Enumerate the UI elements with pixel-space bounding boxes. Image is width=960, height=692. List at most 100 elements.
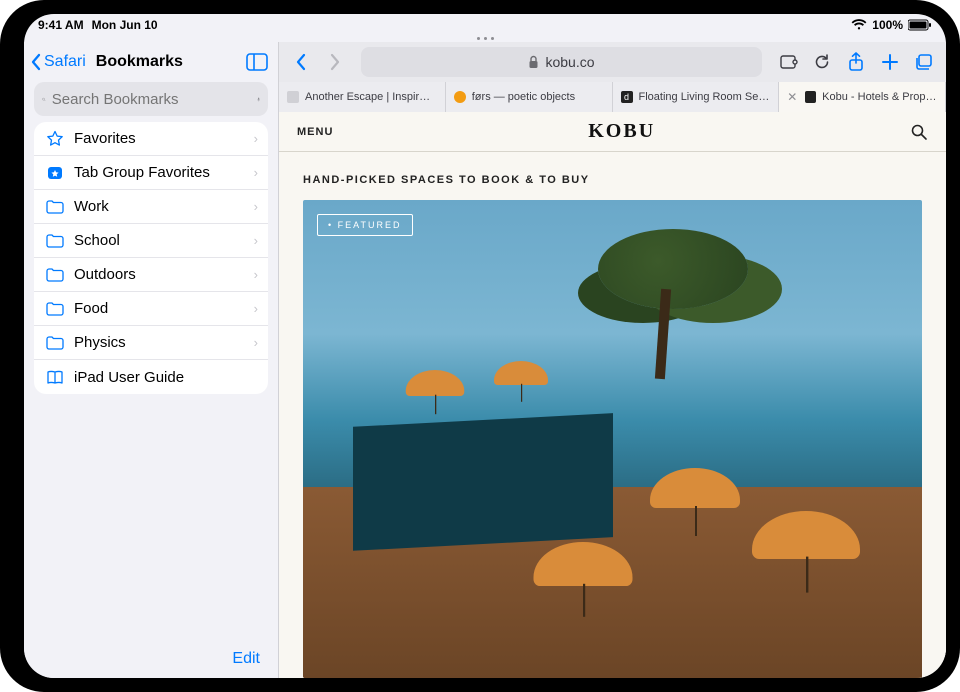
tab-another-escape[interactable]: Another Escape | Inspir… — [279, 82, 446, 112]
search-bookmarks-field[interactable] — [34, 82, 268, 116]
battery-percent: 100% — [872, 18, 903, 32]
screen: 9:41 AM Mon Jun 10 100% Safa — [24, 14, 946, 678]
hero-umbrella-shape — [405, 370, 464, 396]
hero-umbrella-shape — [494, 361, 548, 385]
tabs-overview-button[interactable] — [910, 48, 938, 76]
chevron-right-icon: › — [254, 267, 258, 282]
browser-toolbar: kobu.co — [279, 42, 946, 82]
hero-umbrella-shape — [650, 468, 740, 508]
back-label: Safari — [44, 53, 86, 71]
chevron-right-icon — [328, 53, 342, 71]
tab-floating-living-room[interactable]: d Floating Living Room Se… — [613, 82, 780, 112]
site-logo[interactable]: KOBU — [588, 120, 655, 143]
sidebar-item-label: Physics — [66, 334, 254, 351]
tab-label: Kobu - Hotels & Propert… — [822, 91, 937, 103]
nav-forward-button — [321, 48, 349, 76]
share-button[interactable] — [842, 48, 870, 76]
new-tab-button[interactable] — [876, 48, 904, 76]
tab-label: Floating Living Room Se… — [639, 91, 770, 103]
tabs-icon — [914, 53, 934, 71]
bookmarks-sidebar: Safari Bookmarks — [24, 42, 279, 678]
sidebar-item-outdoors[interactable]: Outdoors › — [34, 258, 268, 292]
status-date: Mon Jun 10 — [92, 18, 158, 32]
sidebar-item-food[interactable]: Food › — [34, 292, 268, 326]
site-search-button[interactable] — [910, 123, 928, 141]
status-bar: 9:41 AM Mon Jun 10 100% — [24, 14, 946, 36]
tab-fors[interactable]: førs — poetic objects — [446, 82, 613, 112]
tab-star-icon — [44, 164, 66, 182]
reload-button[interactable] — [808, 48, 836, 76]
toggle-sidebar-button[interactable] — [246, 53, 268, 71]
lock-icon — [528, 55, 539, 69]
sidebar-title: Bookmarks — [96, 53, 183, 71]
folder-icon — [44, 234, 66, 248]
favicon-icon — [287, 91, 299, 103]
favicon-icon: d — [621, 91, 633, 103]
book-icon — [44, 370, 66, 385]
search-input[interactable] — [52, 91, 251, 108]
hero-pool-shape — [353, 413, 613, 551]
folder-icon — [44, 336, 66, 350]
sidebar-item-ipad-user-guide[interactable]: iPad User Guide — [34, 360, 268, 394]
share-icon — [847, 52, 865, 72]
sidebar-item-label: Food — [66, 300, 254, 317]
sidebar-icon — [246, 53, 268, 71]
puzzle-icon — [778, 54, 798, 70]
chevron-left-icon — [294, 53, 308, 71]
menu-button[interactable]: MENU — [297, 126, 333, 138]
sidebar-item-label: School — [66, 232, 254, 249]
sidebar-item-label: Work — [66, 198, 254, 215]
multitask-dots[interactable] — [24, 34, 946, 42]
sidebar-item-work[interactable]: Work › — [34, 190, 268, 224]
sidebar-item-label: Outdoors — [66, 266, 254, 283]
star-icon — [44, 130, 66, 148]
edit-button[interactable]: Edit — [232, 650, 260, 667]
sidebar-item-physics[interactable]: Physics › — [34, 326, 268, 360]
chevron-left-icon — [30, 53, 42, 71]
tab-strip: Another Escape | Inspir… førs — poetic o… — [279, 82, 946, 112]
page-tagline: HAND-PICKED SPACES TO BOOK & TO BUY — [279, 152, 946, 200]
wifi-icon — [851, 19, 867, 31]
sidebar-item-favorites[interactable]: Favorites › — [34, 122, 268, 156]
ipad-frame: 9:41 AM Mon Jun 10 100% Safa — [0, 0, 960, 692]
address-bar[interactable]: kobu.co — [361, 47, 762, 77]
sidebar-item-label: iPad User Guide — [66, 369, 258, 386]
favicon-icon — [454, 91, 466, 103]
web-page: MENU KOBU HAND-PICKED SPACES TO BOOK & T… — [279, 112, 946, 678]
chevron-right-icon: › — [254, 131, 258, 146]
sidebar-item-tab-group-favorites[interactable]: Tab Group Favorites › — [34, 156, 268, 190]
favicon-icon — [805, 91, 816, 103]
plus-icon — [881, 53, 899, 71]
folder-icon — [44, 302, 66, 316]
dictation-icon[interactable] — [257, 91, 260, 108]
featured-badge: FEATURED — [317, 214, 413, 236]
site-header: MENU KOBU — [279, 112, 946, 152]
chevron-right-icon: › — [254, 233, 258, 248]
folder-icon — [44, 200, 66, 214]
sidebar-item-label: Tab Group Favorites — [66, 164, 254, 181]
back-button[interactable]: Safari — [30, 53, 86, 71]
search-icon — [42, 92, 46, 107]
search-icon — [910, 123, 928, 141]
battery-icon — [908, 19, 932, 31]
reload-icon — [813, 53, 831, 71]
close-tab-icon[interactable]: ✕ — [787, 90, 797, 104]
extensions-button[interactable] — [774, 48, 802, 76]
bookmarks-list: Favorites › Tab Group Favorites › Work › — [34, 122, 268, 394]
chevron-right-icon: › — [254, 301, 258, 316]
status-time: 9:41 AM — [38, 18, 84, 32]
tab-kobu[interactable]: ✕ Kobu - Hotels & Propert… — [779, 82, 946, 112]
hero-image[interactable]: FEATURED — [303, 200, 922, 678]
sidebar-item-school[interactable]: School › — [34, 224, 268, 258]
folder-icon — [44, 268, 66, 282]
sidebar-item-label: Favorites — [66, 130, 254, 147]
browser-pane: kobu.co Another Escape | Inspir… — [279, 42, 946, 678]
chevron-right-icon: › — [254, 199, 258, 214]
tab-label: førs — poetic objects — [472, 91, 575, 103]
tab-label: Another Escape | Inspir… — [305, 91, 430, 103]
hero-tree-shape — [588, 229, 768, 379]
address-text: kobu.co — [545, 54, 594, 70]
nav-back-button[interactable] — [287, 48, 315, 76]
chevron-right-icon: › — [254, 335, 258, 350]
chevron-right-icon: › — [254, 165, 258, 180]
